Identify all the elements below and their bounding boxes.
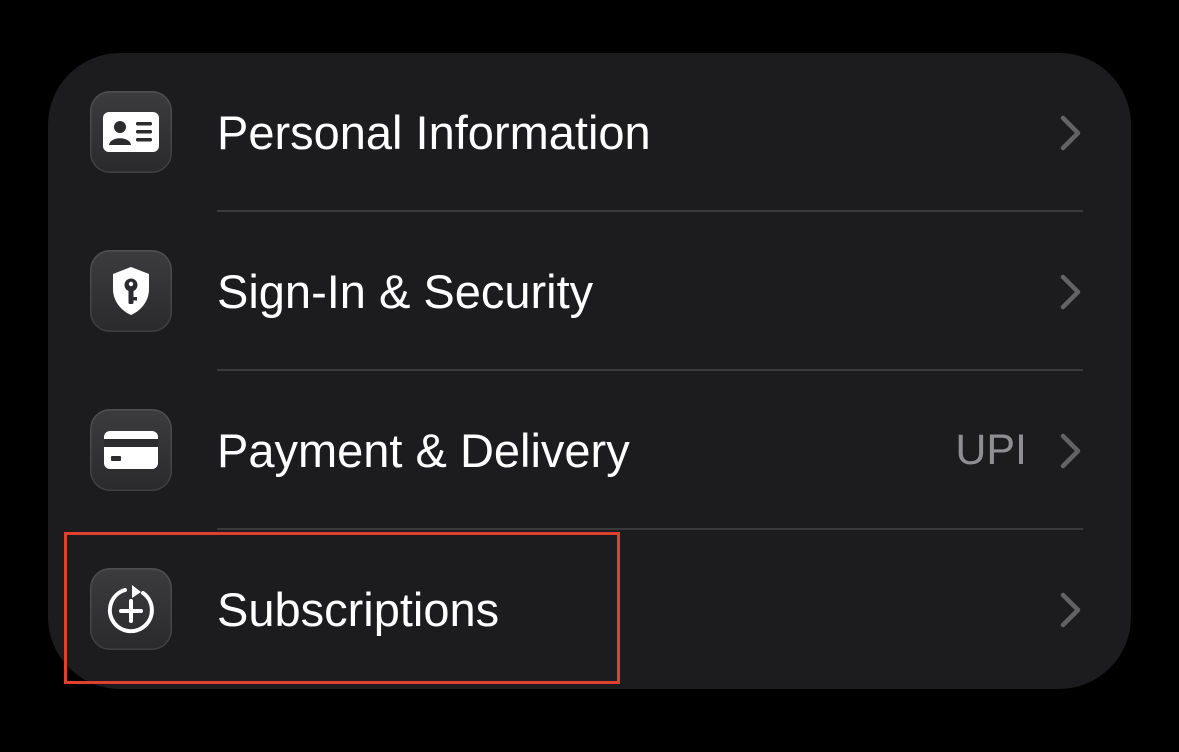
- settings-card: Personal Information Sign-In & Security: [48, 53, 1131, 689]
- chevron-right-icon: [1060, 115, 1081, 151]
- row-label: Personal Information: [217, 106, 651, 159]
- shield-key-icon: [90, 250, 172, 332]
- row-label: Subscriptions: [217, 583, 500, 636]
- credit-card-icon: [90, 409, 172, 491]
- id-card-icon: [90, 91, 172, 173]
- row-label: Sign-In & Security: [217, 265, 594, 318]
- chevron-right-icon: [1060, 592, 1081, 628]
- row-label: Payment & Delivery: [217, 424, 630, 477]
- chevron-right-icon: [1060, 433, 1081, 469]
- row-sign-in-security[interactable]: Sign-In & Security: [48, 212, 1131, 371]
- screen: Personal Information Sign-In & Security: [0, 0, 1179, 752]
- row-payment-delivery[interactable]: Payment & Delivery UPI: [48, 371, 1131, 530]
- chevron-right-icon: [1060, 274, 1081, 310]
- row-subscriptions[interactable]: Subscriptions: [48, 530, 1131, 689]
- row-personal-information[interactable]: Personal Information: [48, 53, 1131, 212]
- subscription-plus-icon: [90, 568, 172, 650]
- row-value: UPI: [955, 426, 1027, 474]
